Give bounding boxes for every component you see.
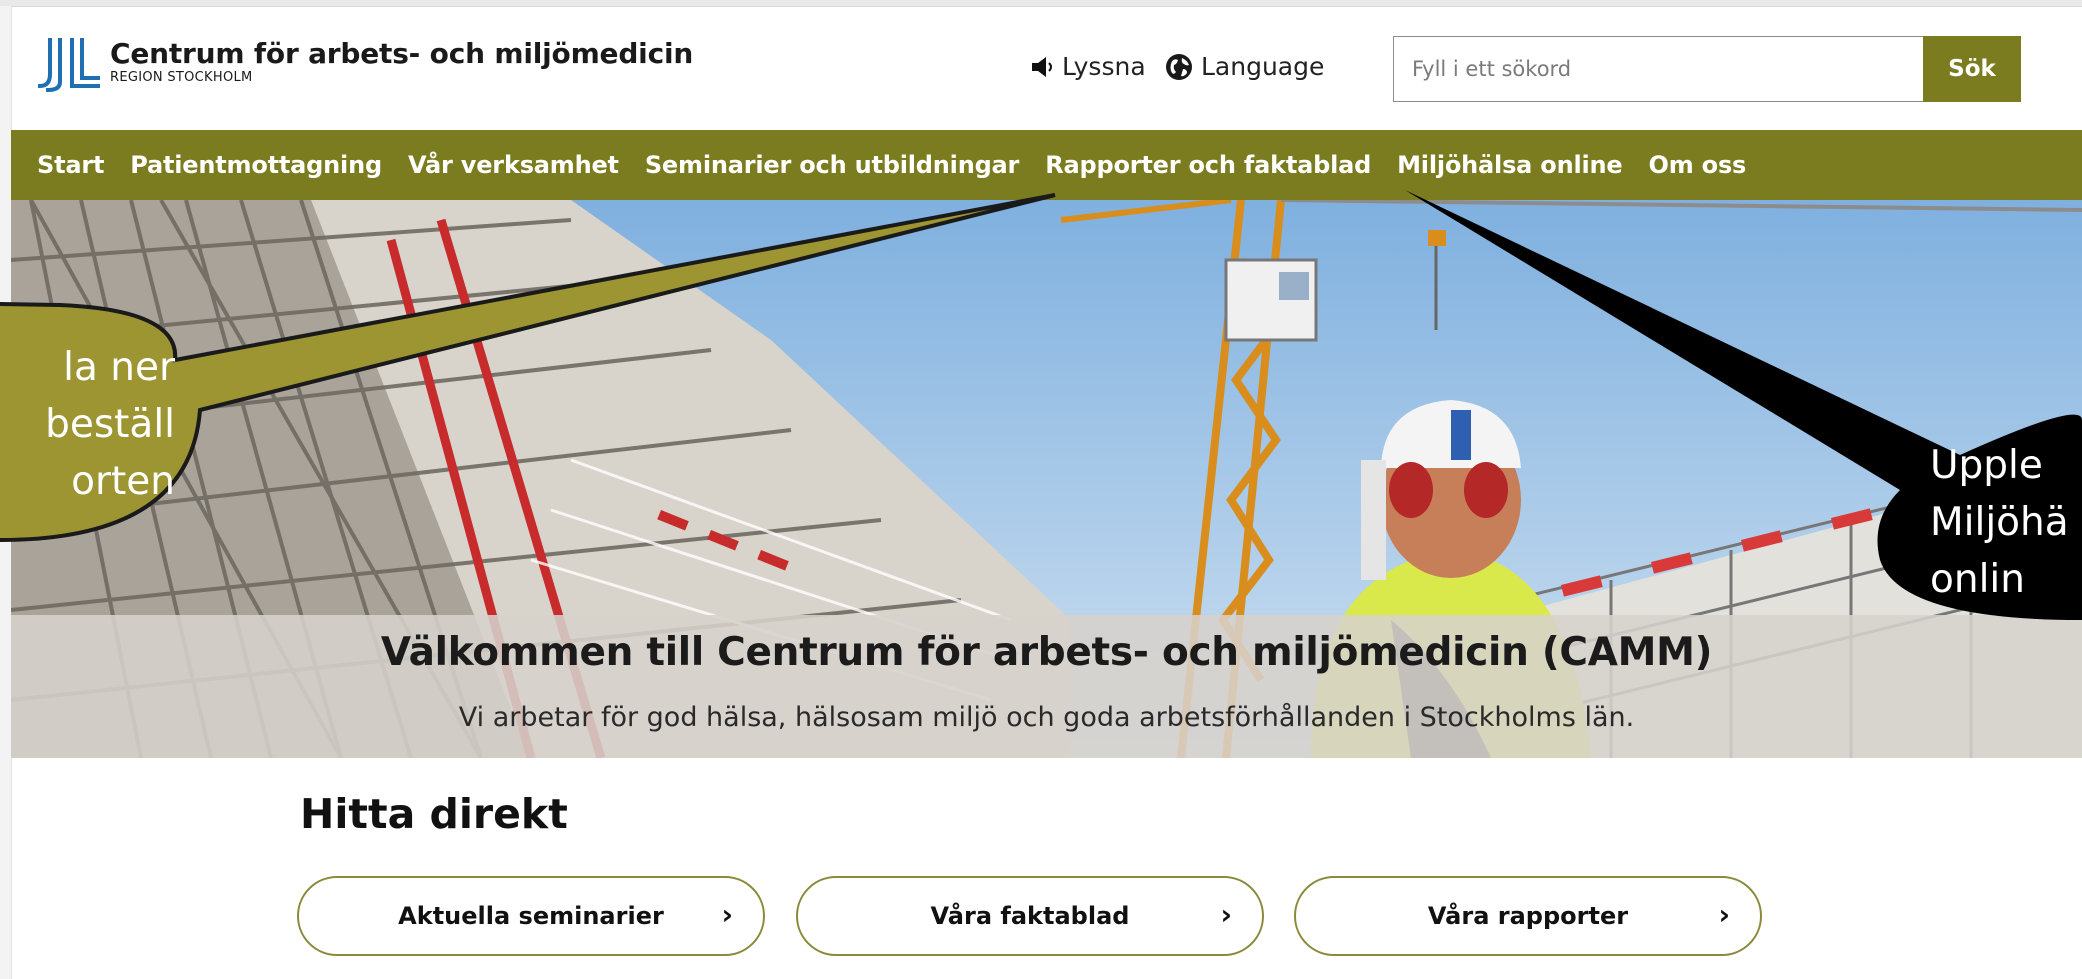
quick-link-label: Våra faktablad — [930, 902, 1130, 930]
logo-subtitle: REGION STOCKHOLM — [110, 70, 253, 85]
left-callout-text: la ner beställ orten — [45, 345, 175, 504]
quick-link-seminarier[interactable]: Aktuella seminarier › — [297, 876, 765, 956]
search-form: Sök — [1393, 36, 2021, 102]
logo-mark-icon — [38, 38, 100, 93]
nav-item-seminarier[interactable]: Seminarier och utbildningar — [645, 151, 1020, 179]
chevron-right-icon: › — [1718, 898, 1730, 931]
quick-link-faktablad[interactable]: Våra faktablad › — [796, 876, 1264, 956]
listen-label: Lyssna — [1062, 52, 1146, 81]
quick-link-label: Aktuella seminarier — [398, 902, 664, 930]
site-logo[interactable]: Centrum för arbets- och miljömedicin REG… — [38, 38, 693, 94]
language-label: Language — [1201, 52, 1325, 81]
listen-link[interactable]: Lyssna — [1030, 52, 1146, 81]
language-link[interactable]: Language — [1165, 52, 1324, 81]
globe-icon — [1166, 53, 1192, 80]
nav-item-rapporter[interactable]: Rapporter och faktablad — [1045, 151, 1371, 179]
chevron-right-icon: › — [721, 898, 733, 931]
browser-top-edge — [0, 0, 2082, 7]
hero-title: Välkommen till Centrum för arbets- och m… — [380, 630, 1713, 675]
right-callout-text: Upple Miljöhä onlin — [1930, 443, 2069, 602]
nav-item-miljohalsa-online[interactable]: Miljöhälsa online — [1397, 151, 1623, 179]
speaker-icon — [1032, 56, 1052, 77]
nav-item-start[interactable]: Start — [37, 151, 104, 179]
nav-item-om-oss[interactable]: Om oss — [1649, 151, 1747, 179]
hero-subtitle: Vi arbetar för god hälsa, hälsosam miljö… — [458, 702, 1635, 733]
nav-item-var-verksamhet[interactable]: Vår verksamhet — [408, 151, 619, 179]
nav-item-patientmottagning[interactable]: Patientmottagning — [130, 151, 382, 179]
main-nav: Start Patientmottagning Vår verksamhet S… — [11, 130, 2082, 200]
quick-link-label: Våra rapporter — [1427, 902, 1629, 930]
quick-link-rapporter[interactable]: Våra rapporter › — [1294, 876, 1762, 956]
logo-title: Centrum för arbets- och miljömedicin — [110, 37, 694, 70]
search-button[interactable]: Sök — [1923, 36, 2021, 102]
hero-banner: Välkommen till Centrum för arbets- och m… — [11, 200, 2082, 758]
quick-links-heading: Hitta direkt — [300, 790, 568, 838]
search-input[interactable] — [1393, 36, 1923, 102]
chevron-right-icon: › — [1220, 898, 1232, 931]
